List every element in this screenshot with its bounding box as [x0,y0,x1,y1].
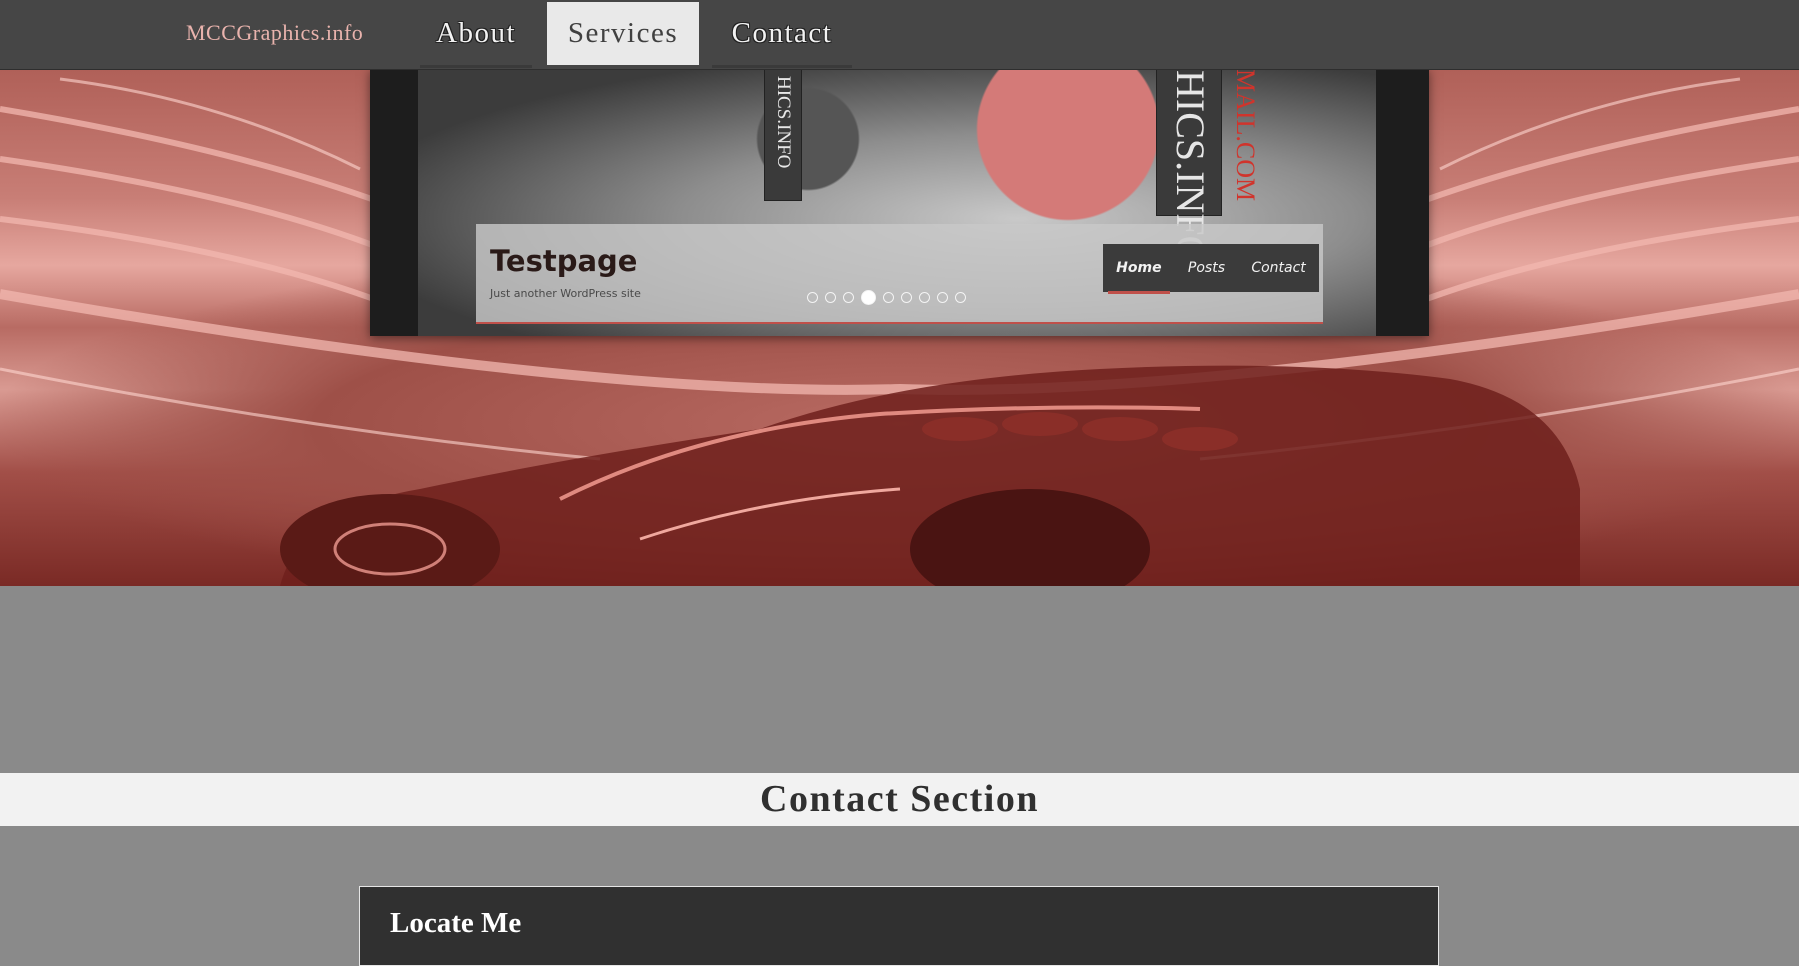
slider-dot[interactable] [883,292,894,303]
preview-site-tagline: Just another WordPress site [490,287,641,300]
vertical-banner-left: HICS.INFO [764,69,802,201]
top-navbar: MCCGraphics.info About Services Contact [0,0,1799,70]
preview-menu-posts[interactable]: Posts [1182,256,1231,280]
vertical-banner-right: HICS.INFO [1156,69,1222,264]
preview-site-title[interactable]: Testpage [490,244,637,278]
preview-site-menu: Home Posts Contact [1103,244,1319,294]
slider-dot[interactable] [919,292,930,303]
slider-dot[interactable] [843,292,854,303]
contact-section-header: Contact Section [0,773,1799,826]
brand-link[interactable]: MCCGraphics.info [186,20,363,46]
slider-dot[interactable] [901,292,912,303]
nav-services[interactable]: Services [547,2,699,65]
slider-dot[interactable] [955,292,966,303]
slider-dot-active[interactable] [861,290,876,305]
locate-me-title: Locate Me [390,907,522,939]
preview-menu-home[interactable]: Home [1108,256,1171,294]
preview-menu-contact[interactable]: Contact [1245,256,1311,280]
preview-site-header: Testpage Just another WordPress site Hom… [476,224,1323,324]
slider-dot[interactable] [825,292,836,303]
vertical-text-left: HICS.INFO [773,76,794,169]
nav-about[interactable]: About [420,2,532,68]
contact-section-title: Contact Section [760,778,1039,820]
locate-me-panel: Locate Me [359,886,1439,966]
slider-dot[interactable] [807,292,818,303]
slider-pagination [807,290,966,305]
nav-contact[interactable]: Contact [712,2,852,68]
vertical-text-email: MAIL.COM [1231,69,1260,202]
slider-dot[interactable] [937,292,948,303]
